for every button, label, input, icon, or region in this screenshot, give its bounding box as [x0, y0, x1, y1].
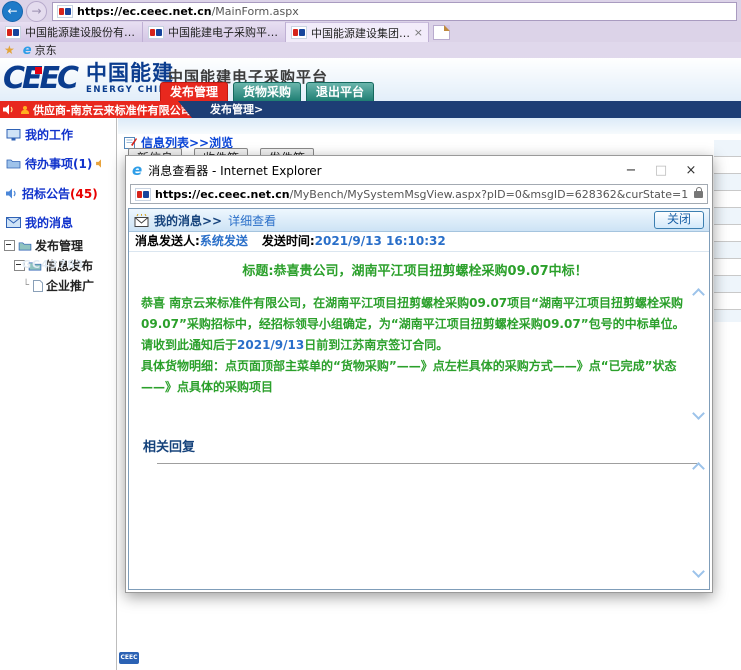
- breadcrumb: 发布管理>: [210, 101, 263, 118]
- address-bar[interactable]: https://ec.ceec.net.cn/MainForm.aspx: [52, 2, 737, 21]
- new-tab-button[interactable]: [433, 25, 450, 40]
- address-bar-row: ← → https://ec.ceec.net.cn/MainForm.aspx: [0, 0, 741, 22]
- scroll-up-icon[interactable]: [692, 288, 705, 301]
- tree-node-label: 发布管理: [35, 237, 83, 254]
- ceec-mini-badge: CEEC: [119, 652, 139, 664]
- main-nav-tabs: 发布管理 货物采购 退出平台: [160, 82, 374, 101]
- detail-view-link[interactable]: 详细查看: [228, 212, 276, 229]
- sidebar-item-todo[interactable]: 待办事项(1): [0, 155, 116, 172]
- supplier-segment: 供应商-南京云来标准件有限公司: [0, 101, 192, 118]
- supplier-bar: 供应商-南京云来标准件有限公司 发布管理>: [0, 101, 741, 118]
- speaker-icon: [96, 159, 106, 168]
- sidebar: 我的工作 待办事项(1) 招标公告(45) 我的消息: [0, 118, 117, 670]
- sidebar-item-label: 招标公告(45): [22, 185, 98, 202]
- popup-content: 我的消息>> 详细查看 关闭 消息发送人:系统发送发送时间:2021/9/13 …: [128, 208, 710, 590]
- scroll-down-icon[interactable]: [692, 565, 705, 578]
- notice-count: (45): [70, 187, 98, 201]
- ceec-favicon: [57, 5, 73, 18]
- ceec-favicon: [148, 26, 164, 39]
- message-list-rows: [714, 140, 741, 322]
- ceec-favicon: [5, 26, 21, 39]
- tree-connector: └: [22, 280, 30, 291]
- folder-icon: [6, 158, 21, 169]
- scroll-up-icon[interactable]: [692, 462, 705, 475]
- message-section-header: 我的消息>> 详细查看 关闭: [129, 209, 709, 232]
- folder-icon: [18, 241, 32, 251]
- url-text: https://ec.ceec.net.cn/MainForm.aspx: [77, 5, 299, 18]
- replies-divider: [157, 463, 697, 464]
- tab-close-icon[interactable]: ×: [414, 26, 423, 39]
- sender-label: 消息发送人:: [135, 234, 200, 248]
- nav-tab-exit[interactable]: 退出平台: [306, 82, 374, 101]
- sidebar-item-my-messages[interactable]: 我的消息: [0, 214, 116, 231]
- browser-chrome: ← → https://ec.ceec.net.cn/MainForm.aspx…: [0, 0, 741, 58]
- message-body-area: 标题:恭喜贵公司，湖南平江项目扭剪螺栓采购09.07中标！ 恭喜 南京云来标准件…: [129, 252, 709, 426]
- mail-burst-icon: [134, 214, 150, 227]
- message-title: 标题:恭喜贵公司，湖南平江项目扭剪螺栓采购09.07中标！: [141, 260, 689, 279]
- tree-node-label: 企业推广: [46, 277, 94, 294]
- screen: ← → https://ec.ceec.net.cn/MainForm.aspx…: [0, 0, 741, 670]
- popup-title-bar[interactable]: e 消息查看器 - Internet Explorer − □ ×: [126, 156, 712, 184]
- supplier-name: 供应商-南京云来标准件有限公司: [33, 102, 192, 118]
- favorite-link-jd[interactable]: 京东: [35, 42, 57, 58]
- minimize-button[interactable]: −: [616, 163, 646, 178]
- forward-button[interactable]: →: [26, 1, 47, 22]
- section-title: 我的消息>>: [154, 212, 222, 229]
- favorites-bar: ★ e 京东: [0, 42, 741, 58]
- replies-title: 相关回复: [143, 432, 709, 455]
- tab-label: 中国能建电子采购平台官网: [168, 24, 280, 40]
- person-icon: [21, 106, 29, 114]
- speaker-icon: [3, 104, 15, 115]
- sidebar-item-bid-notice[interactable]: 招标公告(45): [0, 185, 116, 202]
- time-value: 2021/9/13 16:10:32: [315, 234, 446, 248]
- monitor-icon: [6, 129, 21, 141]
- sidebar-item-label: 我的消息: [25, 214, 73, 231]
- document-icon: [33, 280, 43, 292]
- message-paragraph: 具体货物明细：点页面顶部主菜单的“货物采购”——》点左栏具体的采购方式——》点“…: [141, 356, 689, 398]
- ceec-favicon: [135, 188, 151, 201]
- site-header: CEEC 中国能建 ENERGY CHINA 中国能建电子采购平台 发布管理 货…: [0, 58, 741, 101]
- tab-bar: 中国能源建设股份有限公司 中国能建电子采购平台官网 中国能源建设集团（股份）… …: [0, 22, 741, 42]
- ceec-favicon: [291, 26, 307, 39]
- ceec-logo-mark: CEEC: [3, 61, 76, 97]
- tree-node-publish[interactable]: 发布管理: [0, 237, 116, 254]
- popup-url-text: https://ec.ceec.net.cn/MyBench/MySystemM…: [155, 188, 690, 201]
- favorites-star-icon[interactable]: ★: [4, 44, 15, 56]
- content-top-band: [118, 118, 741, 134]
- speaker-icon: [6, 188, 18, 199]
- browser-tab-3[interactable]: 中国能源建设集团（股份）… ×: [286, 22, 429, 42]
- popup-address-bar[interactable]: https://ec.ceec.net.cn/MyBench/MySystemM…: [130, 184, 708, 204]
- nav-tab-publish[interactable]: 发布管理: [160, 82, 228, 101]
- time-label: 发送时间:: [262, 234, 315, 248]
- scroll-down-icon[interactable]: [692, 407, 705, 420]
- popup-window-title: 消息查看器 - Internet Explorer: [148, 162, 616, 179]
- back-button[interactable]: ←: [2, 1, 23, 22]
- close-button[interactable]: 关闭: [654, 211, 704, 229]
- message-paragraphs: 恭喜 南京云来标准件有限公司，在湖南平江项目扭剪螺栓采购09.07项目“湖南平江…: [141, 293, 689, 398]
- nav-tab-goods[interactable]: 货物采购: [233, 82, 301, 101]
- sidebar-item-label: 我的工作: [25, 126, 73, 143]
- watermark: GC43783: [22, 258, 84, 271]
- message-meta: 消息发送人:系统发送发送时间:2021/9/13 16:10:32: [129, 232, 709, 252]
- ceec-logo: CEEC 中国能建 ENERGY CHINA: [3, 61, 175, 97]
- sender-value: 系统发送: [200, 234, 248, 248]
- maximize-button[interactable]: □: [646, 163, 676, 178]
- collapse-icon[interactable]: [4, 240, 15, 251]
- message-viewer-window: e 消息查看器 - Internet Explorer − □ × https:…: [125, 155, 713, 593]
- tree-node-promo[interactable]: └ 企业推广: [0, 277, 116, 294]
- browser-tab-2[interactable]: 中国能建电子采购平台官网: [143, 22, 286, 42]
- popup-url-row: https://ec.ceec.net.cn/MyBench/MySystemM…: [126, 184, 712, 206]
- tab-label: 中国能源建设集团（股份）…: [311, 25, 411, 41]
- lock-icon: [694, 191, 703, 198]
- sidebar-item-label: 待办事项(1): [25, 155, 92, 172]
- message-paragraph: 恭喜 南京云来标准件有限公司，在湖南平江项目扭剪螺栓采购09.07项目“湖南平江…: [141, 293, 689, 356]
- tab-label: 中国能源建设股份有限公司: [25, 24, 137, 40]
- replies-area: 相关回复: [129, 432, 709, 590]
- browser-tab-1[interactable]: 中国能源建设股份有限公司: [0, 22, 143, 42]
- ie-icon: e: [132, 163, 142, 178]
- close-window-button[interactable]: ×: [676, 163, 706, 178]
- envelope-icon: [6, 217, 21, 228]
- sidebar-item-my-work[interactable]: 我的工作: [0, 126, 116, 143]
- ie-icon: e: [23, 44, 32, 57]
